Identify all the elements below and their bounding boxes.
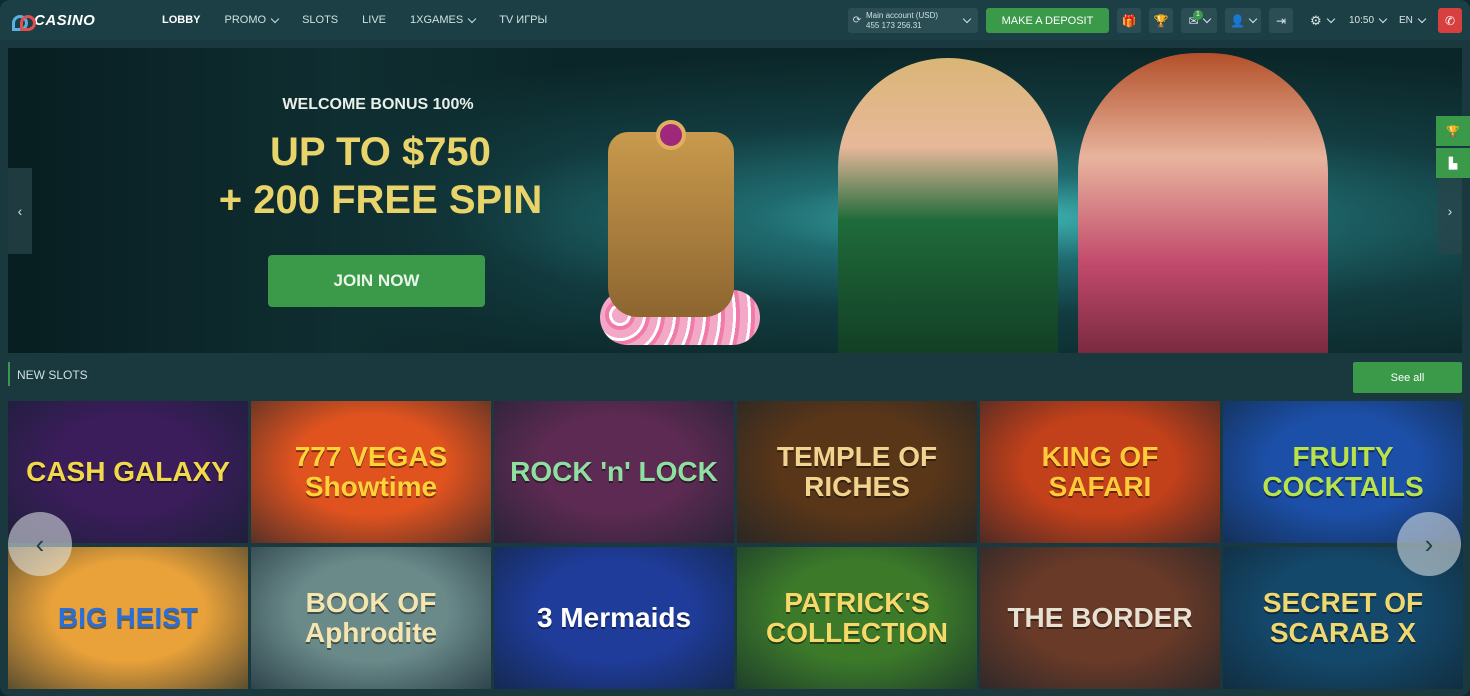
new-slots-title: NEW SLOTS (17, 368, 88, 382)
slot-title: FRUITY COCKTAILS (1262, 441, 1424, 502)
slot-tile[interactable]: ROCK 'n' LOCK (494, 401, 734, 543)
promo-banner[interactable]: WELCOME BONUS 100% UP TO $750 + 200 FREE… (8, 48, 1462, 353)
slot-grid: CASH GALAXY 777 VEGAS Showtime ROCK 'n' LO… (8, 401, 1463, 691)
settings-menu[interactable]: ⚙ (1310, 8, 1335, 33)
queen-character-illustration (1078, 53, 1328, 353)
slot-title: SECRET OF SCARAB X (1262, 587, 1424, 648)
logout-icon: ⇥ (1275, 13, 1287, 28)
logout-button[interactable]: ⇥ (1269, 8, 1293, 33)
banner-next-button[interactable]: › (1438, 168, 1462, 254)
casino-window: CASINO LOBBY PROMO SLOTS LIVE 1XGAMES TV… (0, 0, 1470, 696)
language-code: EN (1399, 15, 1413, 26)
banner-amount: UP TO $750 + 200 FREE SPIN (208, 128, 553, 224)
gift-icon: 🎁 (1121, 13, 1137, 28)
clock-time: 10:50 (1349, 15, 1375, 26)
slot-tile[interactable]: 3 Mermaids (494, 547, 734, 689)
main-nav: LOBBY PROMO SLOTS LIVE 1XGAMES TV ИГРЫ (150, 0, 559, 40)
trophy-button[interactable]: 🏆 (1149, 8, 1173, 33)
chevron-right-icon: › (1447, 203, 1453, 219)
see-all-button[interactable]: See all (1353, 362, 1462, 393)
banner-amount-line2: + 200 FREE SPIN (218, 178, 543, 222)
gift-button[interactable]: 🎁 (1117, 8, 1141, 33)
logo-mark-icon (12, 11, 36, 31)
nav-promo-label: PROMO (224, 14, 267, 26)
slot-title: ROCK 'n' LOCK (510, 456, 718, 487)
side-leaderboard-tab[interactable]: ▙ (1436, 148, 1470, 178)
nav-live[interactable]: LIVE (350, 0, 398, 40)
nav-slots[interactable]: SLOTS (290, 0, 350, 40)
account-label: Main account (USD) (866, 10, 939, 20)
slot-tile[interactable]: PATRICK'S COLLECTION (737, 547, 977, 689)
chevron-down-icon (1202, 14, 1211, 24)
slot-title: KING OF SAFARI (1041, 441, 1159, 502)
account-selector[interactable]: ⟳ Main account (USD) 455 173 256.31 (848, 8, 978, 33)
user-menu-button[interactable]: 👤 (1225, 8, 1261, 33)
trophy-icon: 🏆 (1446, 125, 1460, 138)
call-button[interactable]: ✆ (1438, 8, 1462, 33)
banner-prev-button[interactable]: ‹ (8, 168, 32, 254)
account-id: 455 173 256.31 (866, 20, 922, 30)
chevron-down-icon (1326, 14, 1335, 24)
user-icon: 👤 (1230, 13, 1245, 28)
slot-title: BOOK OF Aphrodite (304, 587, 438, 648)
chevron-right-icon: › (1424, 528, 1434, 559)
trophy-icon: 🏆 (1153, 13, 1169, 28)
chevron-down-icon (270, 14, 280, 23)
tiki-mask-illustration (600, 120, 760, 350)
bard-character-illustration (838, 58, 1058, 353)
top-header: CASINO LOBBY PROMO SLOTS LIVE 1XGAMES TV… (0, 0, 1470, 40)
nav-promo[interactable]: PROMO (213, 0, 291, 40)
slots-prev-button[interactable]: ‹ (8, 512, 72, 576)
nav-lobby[interactable]: LOBBY (150, 0, 213, 40)
account-info: Main account (USD) 455 173 256.31 (866, 11, 962, 31)
slot-tile[interactable]: THE BORDER (980, 547, 1220, 689)
tiki-head-illustration (608, 132, 734, 317)
nav-1xgames[interactable]: 1XGAMES (398, 0, 487, 40)
refresh-icon[interactable]: ⟳ (848, 15, 866, 26)
slot-tile[interactable]: TEMPLE OF RICHES (737, 401, 977, 543)
section-accent-bar (8, 362, 10, 386)
casino-logo[interactable]: CASINO (12, 9, 95, 31)
nav-tv-games[interactable]: TV ИГРЫ (487, 0, 559, 40)
make-deposit-button[interactable]: MAKE A DEPOSIT (986, 8, 1109, 33)
time-selector[interactable]: 10:50 (1349, 8, 1388, 33)
nav-live-label: LIVE (362, 14, 386, 26)
slots-next-button[interactable]: › (1397, 512, 1461, 576)
logo-text: CASINO (34, 11, 96, 29)
slot-tile[interactable]: BOOK OF Aphrodite (251, 547, 491, 689)
gear-icon: ⚙ (1310, 12, 1322, 28)
slot-title: THE BORDER (1007, 602, 1193, 633)
chevron-down-icon (1378, 14, 1388, 24)
banner-welcome-text: WELCOME BONUS 100% (282, 96, 474, 113)
slot-title: 3 Mermaids (536, 602, 692, 633)
slot-title: CASH GALAXY (26, 456, 230, 487)
chevron-down-icon (962, 14, 972, 24)
messages-button[interactable]: ✉ 1 (1181, 8, 1217, 33)
nav-slots-label: SLOTS (302, 14, 339, 26)
chevron-down-icon (1248, 14, 1258, 24)
phone-icon: ✆ (1444, 13, 1456, 28)
new-slots-header: NEW SLOTS See all (8, 362, 1462, 393)
nav-tv-games-label: TV ИГРЫ (499, 14, 548, 26)
nav-1xgames-label: 1XGAMES (410, 14, 464, 26)
slot-title: 777 VEGAS Showtime (294, 441, 448, 502)
slot-tile[interactable]: 777 VEGAS Showtime (251, 401, 491, 543)
join-now-button[interactable]: JOIN NOW (268, 255, 485, 307)
chevron-down-icon (467, 14, 477, 23)
slot-title: PATRICK'S COLLECTION (766, 587, 948, 648)
chevron-down-icon (1417, 14, 1427, 24)
side-trophy-tab[interactable]: 🏆 (1436, 116, 1470, 146)
nav-lobby-label: LOBBY (162, 14, 201, 26)
chevron-left-icon: ‹ (35, 528, 45, 559)
slot-tile[interactable]: KING OF SAFARI (980, 401, 1220, 543)
leaderboard-icon: ▙ (1448, 157, 1458, 170)
language-selector[interactable]: EN (1399, 8, 1427, 33)
slot-title: TEMPLE OF RICHES (776, 441, 938, 502)
banner-amount-line1: UP TO $750 (270, 130, 491, 174)
slot-title: BIG HEIST (57, 602, 198, 633)
gem-illustration (656, 120, 686, 150)
chevron-left-icon: ‹ (17, 203, 23, 219)
